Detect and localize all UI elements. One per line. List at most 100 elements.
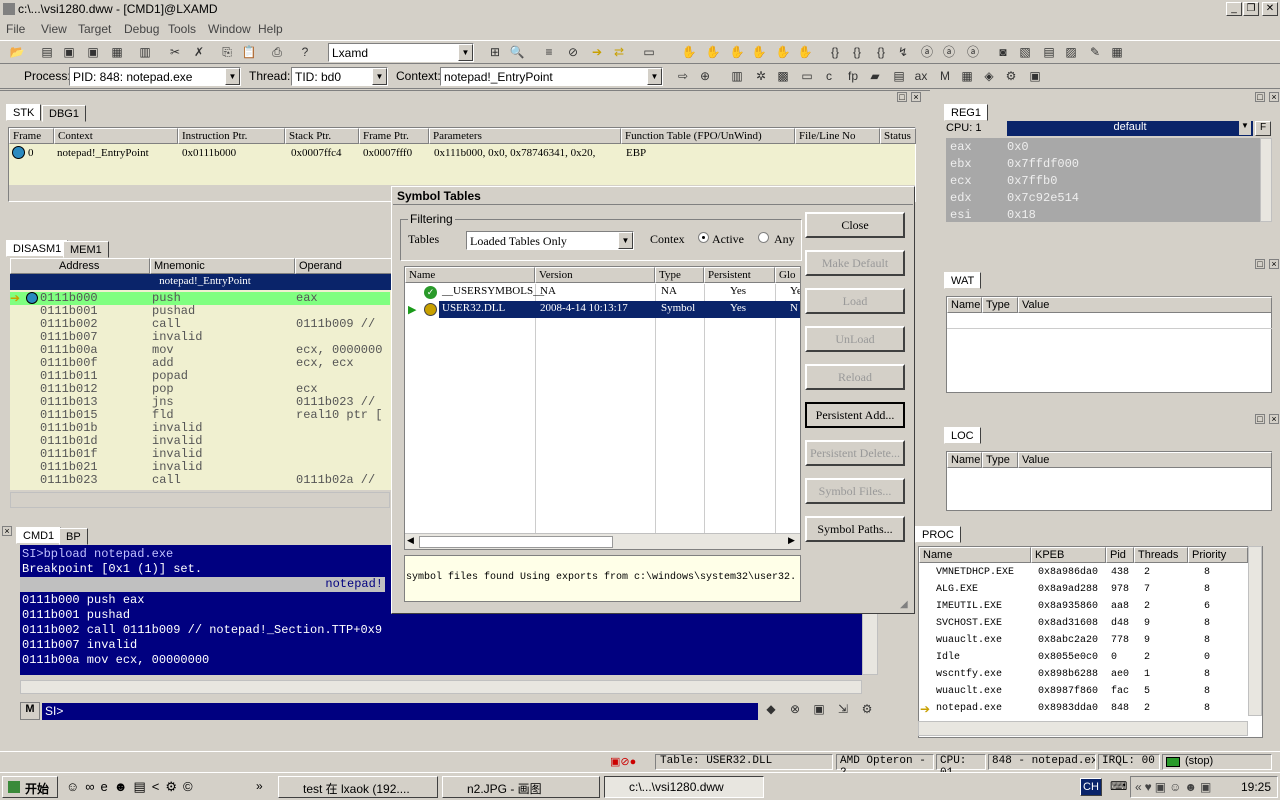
- col-parameters[interactable]: Parameters: [429, 128, 621, 144]
- reg-vscroll[interactable]: [1260, 138, 1272, 222]
- hand-out-icon[interactable]: ✋: [774, 44, 792, 61]
- disasm-row[interactable]: 0111b015 fld real10 ptr [: [10, 409, 390, 422]
- process-select[interactable]: PID: 848: notepad.exe ▼: [69, 67, 241, 86]
- col-instr-ptr[interactable]: Instruction Ptr.: [178, 128, 285, 144]
- restore-icon[interactable]: □: [1255, 414, 1265, 424]
- col-type[interactable]: Type: [655, 267, 704, 283]
- col-name[interactable]: Name: [919, 547, 1031, 563]
- context-find-icon[interactable]: ⊕: [696, 68, 714, 85]
- fp-icon[interactable]: fp: [844, 68, 862, 85]
- disasm-row[interactable]: 0111b013 jns 0111b023 //: [10, 396, 390, 409]
- tab-loc[interactable]: LOC: [944, 427, 981, 444]
- disasm-row[interactable]: 0111b011 popad: [10, 370, 390, 383]
- menu-help[interactable]: Help: [258, 22, 283, 36]
- m-icon[interactable]: M: [936, 68, 954, 85]
- process-row[interactable]: IMEUTIL.EXE 0x8a935860 aa8 2 6: [918, 600, 1258, 617]
- menu-view[interactable]: View: [41, 22, 67, 36]
- table-row[interactable]: 0 notepad!_EntryPoint 0x0111b000 0x0007f…: [9, 145, 915, 163]
- col-value[interactable]: Value: [1018, 452, 1272, 468]
- call-icon[interactable]: c: [820, 68, 838, 85]
- scroll-thumb[interactable]: [419, 536, 613, 548]
- tab-cmd1[interactable]: CMD1: [16, 527, 62, 544]
- col-operand[interactable]: Operand: [295, 258, 400, 274]
- col-name[interactable]: Name: [947, 452, 982, 468]
- disasm-row[interactable]: 0111b021 invalid: [10, 461, 390, 474]
- reg-value[interactable]: 0x7c92e514: [1007, 191, 1079, 205]
- edit-icon[interactable]: ✎: [1086, 44, 1104, 61]
- close-icon[interactable]: ×: [911, 92, 921, 102]
- search-icon[interactable]: 🔍: [508, 44, 526, 61]
- disasm-row[interactable]: 0111b01f invalid: [10, 448, 390, 461]
- process-row[interactable]: wscntfy.exe 0x898b6288 ae0 1 8: [918, 668, 1258, 685]
- tray-icons[interactable]: «♥▣☺☻▣: [1135, 780, 1214, 794]
- restore-icon[interactable]: □: [1255, 259, 1265, 269]
- m-icon[interactable]: M: [20, 702, 40, 720]
- green-icon[interactable]: ▰: [866, 68, 884, 85]
- close-button[interactable]: Close: [805, 212, 905, 238]
- col-context[interactable]: Context: [54, 128, 178, 144]
- monitor-icon[interactable]: ▤: [1040, 44, 1058, 61]
- cmd-hscroll[interactable]: [20, 680, 862, 694]
- menu-debug[interactable]: Debug: [124, 22, 159, 36]
- delete-icon[interactable]: ✗: [190, 44, 208, 61]
- context-nav-icon[interactable]: ⇨: [674, 68, 692, 85]
- process-row[interactable]: SVCHOST.EXE 0x8ad31608 d48 9 8: [918, 617, 1258, 634]
- restore-icon[interactable]: □: [1255, 92, 1265, 102]
- lang-button[interactable]: CH: [1080, 778, 1102, 796]
- thread-select[interactable]: TID: bd0 ▼: [291, 67, 388, 86]
- open-icon[interactable]: 📂: [8, 44, 26, 61]
- tab-bp[interactable]: BP: [59, 528, 88, 545]
- cmd-input[interactable]: SI>: [42, 703, 758, 720]
- col-name[interactable]: Name: [947, 297, 982, 313]
- save-icon[interactable]: ▣: [810, 701, 828, 718]
- col-type[interactable]: Type: [982, 452, 1018, 468]
- disasm-row[interactable]: 0111b002 call 0111b009 //: [10, 318, 390, 331]
- load-button[interactable]: Load: [805, 288, 905, 314]
- col-value[interactable]: Value: [1018, 297, 1272, 313]
- scroll-right-icon[interactable]: ▶: [788, 535, 795, 546]
- table-row[interactable]: ✓ __USERSYMBOLS__ NA NA Yes Ye: [405, 284, 800, 301]
- tab-reg1[interactable]: REG1: [944, 104, 988, 121]
- msg-icon[interactable]: ▦: [958, 68, 976, 85]
- keyboard-icon[interactable]: ⌨: [1110, 779, 1127, 793]
- task-test[interactable]: test 在 lxaok (192....: [278, 776, 438, 798]
- paste-icon[interactable]: 📋: [240, 44, 258, 61]
- col-persistent[interactable]: Persistent: [704, 267, 775, 283]
- tag-icon[interactable]: ◈: [980, 68, 998, 85]
- gear-icon[interactable]: ⚙: [858, 701, 876, 718]
- table-row-selected[interactable]: ▶ USER32.DLL 2008-4-14 10:13:17 Symbol Y…: [405, 301, 800, 318]
- col-mnemonic[interactable]: Mnemonic: [150, 258, 295, 274]
- close-icon[interactable]: ×: [1269, 92, 1279, 102]
- restart-icon[interactable]: ⇄: [610, 44, 628, 61]
- tab-disasm1[interactable]: DISASM1: [6, 240, 69, 257]
- step-over-icon[interactable]: {}: [848, 44, 866, 61]
- any-radio[interactable]: [758, 232, 769, 243]
- disasm-row[interactable]: 0111b00a mov ecx, 0000000: [10, 344, 390, 357]
- disasm-row[interactable]: 0111b012 pop ecx: [10, 383, 390, 396]
- save-icon[interactable]: ▣: [60, 44, 78, 61]
- col-version[interactable]: Version: [535, 267, 655, 283]
- reg-value[interactable]: 0x7ffdf000: [1007, 157, 1079, 171]
- stop-icon[interactable]: ⊘: [564, 44, 582, 61]
- disasm-row[interactable]: 0111b007 invalid: [10, 331, 390, 344]
- reg-value[interactable]: 0x7ffb0: [1007, 174, 1057, 188]
- unload-button[interactable]: UnLoad: [805, 326, 905, 352]
- col-priority[interactable]: Priority: [1188, 547, 1248, 563]
- scroll-left-icon[interactable]: ◀: [407, 535, 414, 546]
- help-icon[interactable]: ?: [296, 44, 314, 61]
- close-icon[interactable]: ×: [1269, 414, 1279, 424]
- col-frame-ptr[interactable]: Frame Ptr.: [359, 128, 429, 144]
- tab-wat[interactable]: WAT: [944, 272, 982, 289]
- process-row[interactable]: wuauclt.exe 0x8abc2a20 778 9 8: [918, 634, 1258, 651]
- menu-target[interactable]: Target: [78, 22, 111, 36]
- reg-value[interactable]: 0x18: [1007, 208, 1036, 221]
- watch-row[interactable]: [947, 314, 1272, 329]
- bp-list-icon[interactable]: ▧: [1016, 44, 1034, 61]
- close-doc-icon[interactable]: ▦: [108, 44, 126, 61]
- print-icon[interactable]: ⎙: [268, 44, 286, 61]
- context-select[interactable]: notepad!_EntryPoint ▼: [440, 67, 663, 86]
- clear-icon[interactable]: ⊗: [786, 701, 804, 718]
- menu-file[interactable]: File: [6, 22, 25, 36]
- tab-proc[interactable]: PROC: [915, 526, 961, 543]
- tables-select[interactable]: Loaded Tables Only ▼: [466, 231, 634, 250]
